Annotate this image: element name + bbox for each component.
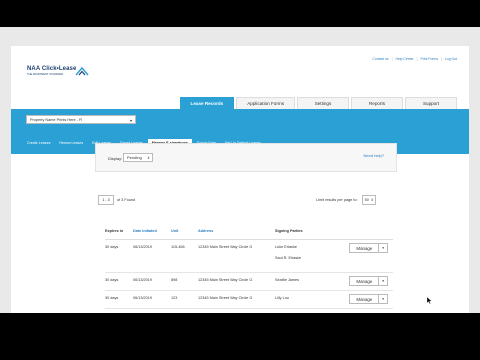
chevron-down-icon: ⇕ bbox=[370, 198, 374, 202]
esignature-table: Expires in Date Initiated Unit Address S… bbox=[105, 227, 393, 309]
unit-cell: 115-456 bbox=[171, 245, 185, 249]
header-expires-in: Expires in bbox=[105, 229, 124, 233]
pagination: 1 - 3 of 3 Found bbox=[98, 195, 135, 205]
app-window: NAA Click•Lease THE APARTMENT STANDARD C… bbox=[11, 46, 469, 313]
display-select-value: Pending bbox=[127, 155, 142, 160]
address-cell: 12345 Main Street Way Circle G bbox=[198, 245, 253, 249]
help-center-link[interactable]: Help Center bbox=[396, 57, 414, 61]
manage-button[interactable]: Manage ▾ bbox=[349, 276, 388, 286]
table-header: Expires in Date Initiated Unit Address S… bbox=[105, 227, 393, 240]
subnav-create-leases[interactable]: Create Leases bbox=[23, 139, 54, 148]
expires-cell: 30 days bbox=[105, 278, 119, 282]
signing-party: Seattle James bbox=[275, 278, 300, 282]
date-cell: 06/13/2019 bbox=[133, 296, 153, 300]
header-unit[interactable]: Unit bbox=[171, 229, 178, 233]
property-select-value: Property Name Prints Here - FI bbox=[30, 118, 83, 122]
results-limit: Limit results per page to: 50 ⇕ bbox=[316, 195, 376, 205]
signing-party: Luke Erlaske bbox=[275, 245, 297, 249]
top-links: Contact us | Help Center | Print Forms |… bbox=[372, 57, 457, 61]
link-separator: | bbox=[416, 57, 418, 61]
caret-down-icon: ▾ bbox=[382, 246, 384, 250]
date-cell: 06/13/2019 bbox=[133, 278, 153, 282]
display-filter-panel: Display: Pending ⇕ Need help? bbox=[95, 143, 397, 172]
manage-button-label: Manage bbox=[350, 244, 380, 252]
chevron-down-icon: ▾ bbox=[129, 118, 132, 123]
manage-button-label: Manage bbox=[350, 295, 380, 303]
manage-button[interactable]: Manage ▾ bbox=[349, 294, 388, 304]
date-cell: 06/13/2019 bbox=[133, 245, 153, 249]
signing-parties-cell: Lilly Luu bbox=[275, 296, 289, 307]
mouse-pointer-icon bbox=[427, 297, 432, 304]
table-row: 30 days 06/13/2019 123 12345 Main Street… bbox=[105, 291, 393, 309]
contact-us-link[interactable]: Contact us bbox=[372, 57, 388, 61]
results-count: of 3 Found bbox=[117, 198, 136, 202]
table-row: 30 days 06/13/2019 898 12345 Main Street… bbox=[105, 273, 393, 291]
property-select[interactable]: Property Name Prints Here - FI ▾ bbox=[26, 115, 136, 124]
caret-down-icon: ▾ bbox=[382, 297, 384, 301]
manage-button[interactable]: Manage ▾ bbox=[349, 243, 388, 253]
header-signing-parties: Signing Parties bbox=[275, 229, 303, 233]
limit-label: Limit results per page to: bbox=[316, 198, 358, 202]
unit-cell: 898 bbox=[171, 278, 178, 282]
display-label: Display: bbox=[108, 156, 123, 161]
signing-party: Lilly Luu bbox=[275, 296, 289, 300]
header-address[interactable]: Address bbox=[198, 229, 213, 233]
limit-select[interactable]: 50 ⇕ bbox=[361, 195, 376, 205]
header-date-initiated[interactable]: Date Initiated bbox=[133, 229, 157, 233]
print-forms-link[interactable]: Print Forms bbox=[421, 57, 439, 61]
need-help-link[interactable]: Need help? bbox=[364, 153, 384, 158]
link-separator: | bbox=[441, 57, 442, 61]
table-row: 30 days 06/13/2019 115-456 12345 Main St… bbox=[105, 240, 393, 273]
limit-select-value: 50 bbox=[364, 198, 369, 202]
address-cell: 12345 Main Street Way Circle G bbox=[198, 296, 253, 300]
subnav-renew-leases[interactable]: Renew Leases bbox=[55, 139, 87, 148]
expires-cell: 30 days bbox=[105, 296, 119, 300]
expires-cell: 30 days bbox=[105, 245, 119, 249]
manage-button-label: Manage bbox=[350, 277, 380, 285]
video-frame: NAA Click•Lease THE APARTMENT STANDARD C… bbox=[0, 27, 480, 313]
logo-mark-icon bbox=[75, 66, 89, 76]
naa-clicklease-logo: NAA Click•Lease THE APARTMENT STANDARD bbox=[27, 66, 97, 80]
signing-parties-cell: Luke Erlaske Saul R. Erlaske bbox=[275, 245, 301, 267]
display-select[interactable]: Pending ⇕ bbox=[123, 153, 153, 162]
address-cell: 12345 Main Street Way Circle G bbox=[198, 278, 253, 282]
link-separator: | bbox=[391, 57, 393, 61]
chevron-down-icon: ⇕ bbox=[146, 156, 150, 160]
unit-cell: 123 bbox=[171, 296, 178, 300]
signing-party: Saul R. Erlaske bbox=[275, 256, 302, 260]
log-out-link[interactable]: Log Out bbox=[445, 57, 457, 61]
caret-down-icon: ▾ bbox=[382, 279, 384, 283]
signing-parties-cell: Seattle James bbox=[275, 278, 299, 289]
page-range-select[interactable]: 1 - 3 bbox=[98, 195, 114, 205]
